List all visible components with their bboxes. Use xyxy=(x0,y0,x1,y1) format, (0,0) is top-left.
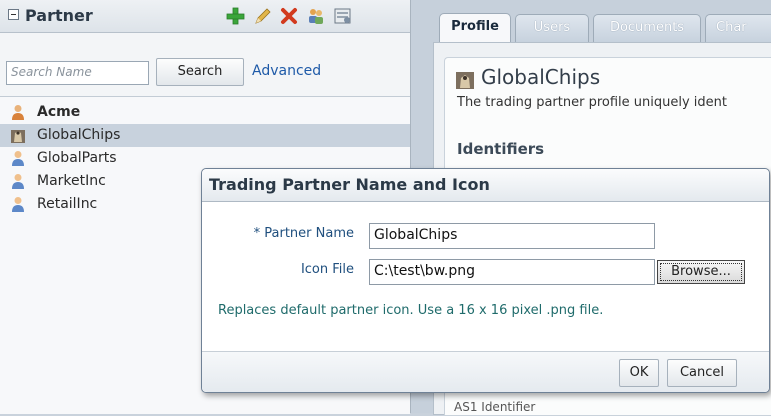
search-button[interactable]: Search xyxy=(156,58,244,86)
partner-name-label: * Partner Name xyxy=(204,226,354,241)
profile-description: The trading partner profile uniquely ide… xyxy=(457,95,727,110)
list-item[interactable]: GlobalParts xyxy=(0,147,410,170)
search-input[interactable]: Search Name xyxy=(6,61,149,85)
partner-name: Acme xyxy=(37,104,81,120)
identifiers-heading: Identifiers xyxy=(457,140,545,158)
as1-identifier-label: AS1 Identifier xyxy=(454,400,536,414)
cancel-button[interactable]: Cancel xyxy=(667,359,737,387)
advanced-search-link[interactable]: Advanced xyxy=(252,63,321,79)
partner-name: RetailInc xyxy=(37,196,98,212)
person-icon xyxy=(12,105,24,120)
export-icon[interactable] xyxy=(333,6,353,26)
person-icon xyxy=(12,197,24,212)
delete-x-icon[interactable] xyxy=(279,6,299,26)
pencil-icon[interactable] xyxy=(252,6,272,26)
person-icon xyxy=(12,151,24,166)
icon-file-input[interactable]: C:\test\bw.png xyxy=(369,259,655,285)
dialog-footer: OK Cancel xyxy=(202,351,769,392)
partner-name: MarketInc xyxy=(37,173,106,189)
users-icon[interactable] xyxy=(306,6,326,26)
collapse-icon[interactable] xyxy=(8,9,19,20)
partner-name: GlobalChips xyxy=(37,127,121,143)
chip-icon xyxy=(11,130,25,143)
partner-name-label-text: Partner Name xyxy=(264,226,354,241)
list-item[interactable]: GlobalChips xyxy=(0,124,410,147)
partner-panel-title: Partner xyxy=(25,6,93,25)
tab-channels[interactable]: Char xyxy=(705,14,771,42)
required-marker: * xyxy=(253,226,261,241)
dialog-title: Trading Partner Name and Icon xyxy=(209,175,490,194)
browse-button[interactable]: Browse... xyxy=(657,260,745,284)
ok-button[interactable]: OK xyxy=(619,359,659,387)
icon-help-text: Replaces default partner icon. Use a 16 … xyxy=(218,303,604,318)
list-item[interactable]: Acme xyxy=(0,101,410,124)
search-row: Search Name Search Advanced xyxy=(0,58,410,86)
tab-users[interactable]: Users xyxy=(515,14,589,42)
tab-documents[interactable]: Documents xyxy=(593,14,701,42)
person-icon xyxy=(12,174,24,189)
icon-file-label: Icon File xyxy=(300,262,354,277)
dialog-title-bar[interactable]: Trading Partner Name and Icon xyxy=(202,169,769,202)
partner-name: GlobalParts xyxy=(37,150,117,166)
trading-partner-dialog: Trading Partner Name and Icon * Partner … xyxy=(201,168,770,393)
chip-icon xyxy=(456,72,474,89)
tab-profile[interactable]: Profile xyxy=(439,13,511,43)
profile-name: GlobalChips xyxy=(481,65,601,89)
partner-name-input[interactable]: GlobalChips xyxy=(369,223,655,249)
plus-icon[interactable] xyxy=(225,6,245,26)
partner-panel-header: Partner xyxy=(0,0,410,33)
